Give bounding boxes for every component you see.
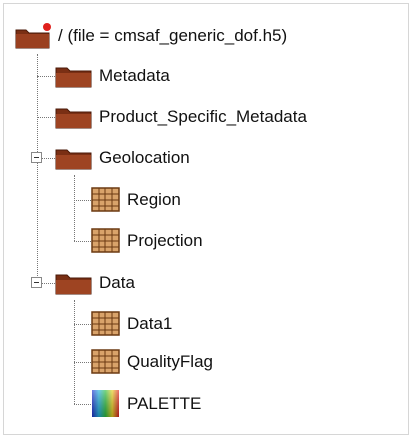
tree-node-root[interactable]: / (file = cmsaf_generic_dof.h5) bbox=[14, 18, 287, 54]
tree-node-geolocation[interactable]: Geolocation bbox=[55, 140, 190, 176]
tree-node-label: Projection bbox=[127, 231, 203, 250]
tree-connector bbox=[74, 175, 75, 241]
tree-node-label: Data bbox=[99, 273, 135, 292]
tree-node-label: Product_Specific_Metadata bbox=[99, 107, 307, 126]
collapse-toggle-geolocation[interactable] bbox=[31, 152, 42, 163]
tree-connector bbox=[74, 300, 75, 404]
tree-connector bbox=[37, 54, 38, 284]
tree-node-data[interactable]: Data bbox=[55, 265, 135, 301]
tree-node-label: QualityFlag bbox=[127, 352, 213, 371]
palette-image-icon bbox=[92, 390, 119, 417]
tree-connector bbox=[74, 404, 91, 405]
tree-node-label: Metadata bbox=[99, 66, 170, 85]
tree-connector bbox=[74, 362, 91, 363]
tree-node-label: PALETTE bbox=[127, 394, 202, 413]
tree-node-metadata[interactable]: Metadata bbox=[55, 58, 170, 94]
root-folder-icon bbox=[15, 23, 51, 49]
hdf-file-tree: / (file = cmsaf_generic_dof.h5) Metadata… bbox=[3, 3, 409, 435]
tree-node-label: Data1 bbox=[127, 314, 173, 333]
folder-icon bbox=[55, 274, 92, 295]
folder-icon bbox=[55, 108, 92, 129]
folder-icon bbox=[55, 149, 92, 170]
collapse-toggle-data[interactable] bbox=[31, 277, 42, 288]
tree-node-region[interactable]: Region bbox=[91, 182, 181, 218]
tree-node-data1[interactable]: Data1 bbox=[91, 306, 172, 342]
tree-connector bbox=[37, 76, 55, 77]
tree-connector bbox=[42, 283, 55, 284]
tree-connector bbox=[37, 117, 55, 118]
tree-node-projection[interactable]: Projection bbox=[91, 223, 203, 259]
dataset-icon bbox=[91, 228, 120, 253]
tree-node-product-specific-metadata[interactable]: Product_Specific_Metadata bbox=[55, 99, 307, 135]
dataset-icon bbox=[91, 187, 120, 212]
dataset-icon bbox=[91, 311, 120, 336]
tree-node-label: Region bbox=[127, 190, 181, 209]
tree-node-qualityflag[interactable]: QualityFlag bbox=[91, 344, 213, 380]
tree-connector bbox=[74, 324, 91, 325]
tree-node-palette[interactable]: PALETTE bbox=[91, 386, 201, 422]
tree-node-label: Geolocation bbox=[99, 148, 190, 167]
dataset-icon bbox=[91, 349, 120, 374]
tree-connector bbox=[42, 158, 55, 159]
folder-icon bbox=[55, 67, 92, 88]
tree-node-label: / (file = cmsaf_generic_dof.h5) bbox=[58, 26, 288, 45]
tree-connector bbox=[74, 241, 91, 242]
tree-connector bbox=[74, 200, 91, 201]
